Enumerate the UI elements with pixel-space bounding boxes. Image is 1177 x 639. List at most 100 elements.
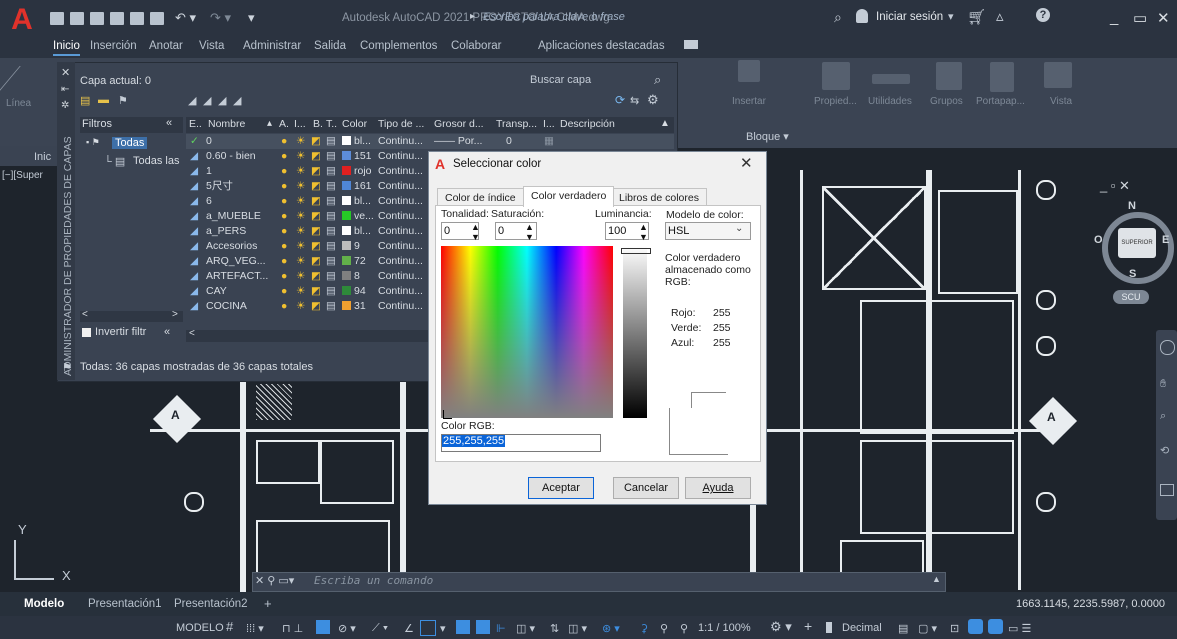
layer-color[interactable]: bl...	[342, 194, 371, 209]
layer-thaw-sun-icon[interactable]: ☀	[296, 239, 305, 254]
ortho-icon[interactable]	[316, 620, 330, 634]
col-name[interactable]: Nombre	[208, 118, 245, 130]
login-button[interactable]: Iniciar sesión	[876, 11, 943, 23]
tab-inicio[interactable]: Inicio	[53, 40, 80, 56]
layer-linetype[interactable]: Continu...	[378, 179, 423, 194]
layer-plot-printer-icon[interactable]: ▤	[326, 134, 336, 149]
layer-on-bulb-icon[interactable]: ●	[281, 299, 287, 314]
chevron-down-icon[interactable]: ⌄	[735, 223, 743, 234]
transparency-icon[interactable]	[476, 620, 490, 634]
layer-thaw-sun-icon[interactable]: ☀	[296, 179, 305, 194]
layer-unlock-icon[interactable]: ◩	[311, 269, 321, 284]
layer-translate-icon[interactable]: ⇆	[630, 94, 639, 107]
new-property-filter-icon[interactable]: ▤	[80, 94, 90, 107]
layer-plot-printer-icon[interactable]: ▤	[326, 164, 336, 179]
rgb-input[interactable]: 255,255,255	[441, 434, 601, 452]
layer-plot-printer-icon[interactable]: ▤	[326, 299, 336, 314]
groups-label[interactable]: Grupos	[930, 96, 963, 107]
new-vp-freeze-icon[interactable]: ▦	[544, 134, 554, 149]
layer-linetype[interactable]: Continu...	[378, 224, 423, 239]
annotation-scale-icon[interactable]: ⚲	[680, 622, 688, 635]
tab-colaborar[interactable]: Colaborar	[451, 40, 502, 52]
user-icon[interactable]	[856, 9, 868, 23]
plot-icon[interactable]	[150, 12, 164, 25]
autohide-icon[interactable]: ⇤	[61, 84, 69, 95]
layer-linetype[interactable]: Continu...	[378, 239, 423, 254]
layer-color[interactable]: 94	[342, 284, 366, 299]
layer-color[interactable]: 161	[342, 179, 372, 194]
layer-on-bulb-icon[interactable]: ●	[281, 254, 287, 269]
layer-unlock-icon[interactable]: ◩	[311, 284, 321, 299]
viewport-min-max-icon[interactable]: _ ▫ ✕	[1100, 178, 1130, 194]
restore-icon[interactable]: ▭	[1133, 9, 1147, 27]
layer-linetype[interactable]: Continu...	[378, 194, 423, 209]
cancel-button[interactable]: Cancelar	[613, 477, 679, 499]
saturation-spinner-icon[interactable]: ▲ ▼	[525, 222, 534, 242]
refresh-icon[interactable]: ⟳	[615, 93, 625, 107]
dynamic-ucs-icon[interactable]: ⇅	[550, 622, 559, 635]
autoscale-icon[interactable]: ⚲	[660, 622, 668, 635]
layer-name[interactable]: 0	[206, 134, 212, 149]
luminance-slider-thumb[interactable]	[621, 248, 651, 254]
zoom-icon[interactable]: ⌕	[1160, 410, 1166, 423]
layer-unlock-icon[interactable]: ◩	[311, 224, 321, 239]
layer-unlock-icon[interactable]: ◩	[311, 299, 321, 314]
command-history-icon[interactable]: ▲	[932, 574, 941, 584]
steering-wheel-icon[interactable]	[1160, 340, 1175, 355]
col-transparency[interactable]: Transp...	[496, 118, 537, 130]
layer-color[interactable]: ve...	[342, 209, 374, 224]
redo-icon[interactable]: ↷ ▾	[210, 10, 231, 26]
web-mobile-icon[interactable]	[130, 12, 144, 25]
view-label[interactable]: Vista	[1050, 96, 1072, 107]
palette-properties-icon[interactable]: ✲	[61, 100, 69, 111]
layer-thaw-sun-icon[interactable]: ☀	[296, 149, 305, 164]
layer-name[interactable]: 6	[206, 194, 212, 209]
layer-thaw-sun-icon[interactable]: ☀	[296, 254, 305, 269]
layer-color[interactable]: 72	[342, 254, 366, 269]
tab-salida[interactable]: Salida	[314, 40, 346, 52]
layer-thaw-sun-icon[interactable]: ☀	[296, 194, 305, 209]
viewcube-south[interactable]: S	[1129, 268, 1136, 280]
layer-color[interactable]: rojo	[342, 164, 372, 179]
tab-insercion[interactable]: Inserción	[90, 40, 137, 52]
layer-linetype[interactable]: Continu...	[378, 209, 423, 224]
quick-properties-icon[interactable]: ▤	[898, 622, 908, 635]
col-description[interactable]: Descripción	[560, 118, 615, 130]
layer-name[interactable]: 1	[206, 164, 212, 179]
hardware-acceleration-icon[interactable]	[968, 619, 983, 634]
osnap-tracking-icon[interactable]: ∠	[404, 622, 414, 635]
insert-block-icon[interactable]	[738, 60, 760, 82]
layer-plot-printer-icon[interactable]: ▤	[326, 179, 336, 194]
dialog-close-icon[interactable]: ✕	[740, 154, 753, 172]
cart-icon[interactable]: 🛒︎	[967, 8, 986, 26]
block-group-label[interactable]: Bloque ▾	[746, 130, 789, 143]
layer-name[interactable]: a_MUEBLE	[206, 209, 261, 224]
model-space-toggle[interactable]: MODELO	[176, 622, 224, 634]
close-palette-icon[interactable]: ✕	[61, 66, 70, 79]
layer-lineweight[interactable]: —— Por...	[434, 134, 482, 149]
settings-gear-icon[interactable]: ⚙	[647, 92, 659, 108]
layer-on-bulb-icon[interactable]: ●	[281, 269, 287, 284]
layer-name[interactable]: COCINA	[206, 299, 247, 314]
ribbon-display-toggle-icon[interactable]	[684, 40, 698, 49]
infer-constraints-icon[interactable]: ⊓ ⊥	[282, 622, 303, 635]
login-dropdown-icon[interactable]: ▾	[948, 10, 954, 23]
autocad-logo-icon[interactable]: A	[6, 4, 38, 36]
col-freeze[interactable]: I...	[294, 118, 306, 130]
layer-on-bulb-icon[interactable]: ●	[281, 149, 287, 164]
invert-filter-checkbox[interactable]	[82, 328, 91, 337]
col-lock[interactable]: B.	[313, 118, 323, 130]
customization-menu-icon[interactable]: ▭ ☰	[1008, 622, 1031, 635]
layer-transparency[interactable]: 0	[506, 134, 512, 149]
ok-button[interactable]: Aceptar	[528, 477, 594, 499]
layer-search-input[interactable]: Buscar capa	[530, 74, 591, 86]
layer-thaw-sun-icon[interactable]: ☀	[296, 269, 305, 284]
layer-thaw-sun-icon[interactable]: ☀	[296, 164, 305, 179]
viewcube-north[interactable]: N	[1128, 200, 1136, 212]
layer-unlock-icon[interactable]: ◩	[311, 194, 321, 209]
properties-label[interactable]: Propied...	[814, 96, 857, 107]
layer-name[interactable]: ARQ_VEG...	[206, 254, 266, 269]
properties-icon[interactable]	[822, 62, 850, 90]
snap-icon[interactable]: ⁞⁞⁞ ▾	[246, 622, 264, 635]
help-search-input[interactable]: Escriba palabra clave o frase	[483, 11, 625, 23]
